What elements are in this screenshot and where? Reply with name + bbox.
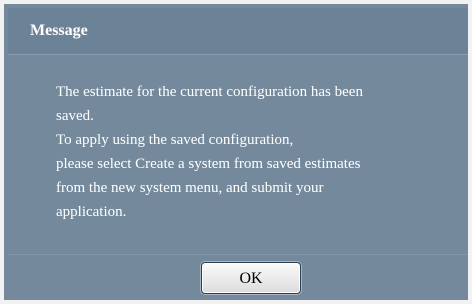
message-dialog: Message The estimate for the current con…: [0, 0, 472, 304]
message-line: The estimate for the current configurati…: [56, 84, 363, 100]
message-line: application.: [56, 204, 127, 220]
ok-button[interactable]: OK: [201, 262, 301, 294]
dialog-divider: [8, 254, 468, 255]
message-line: from the new system menu, and submit you…: [56, 180, 324, 196]
message-line: To apply using the saved configuration,: [56, 132, 294, 148]
message-line: please select Create a system from saved…: [56, 156, 361, 172]
dialog-message: The estimate for the current configurati…: [56, 80, 456, 224]
message-line: saved.: [56, 108, 94, 124]
dialog-titlebar: Message: [8, 8, 468, 55]
dialog-title: Message: [30, 22, 88, 39]
